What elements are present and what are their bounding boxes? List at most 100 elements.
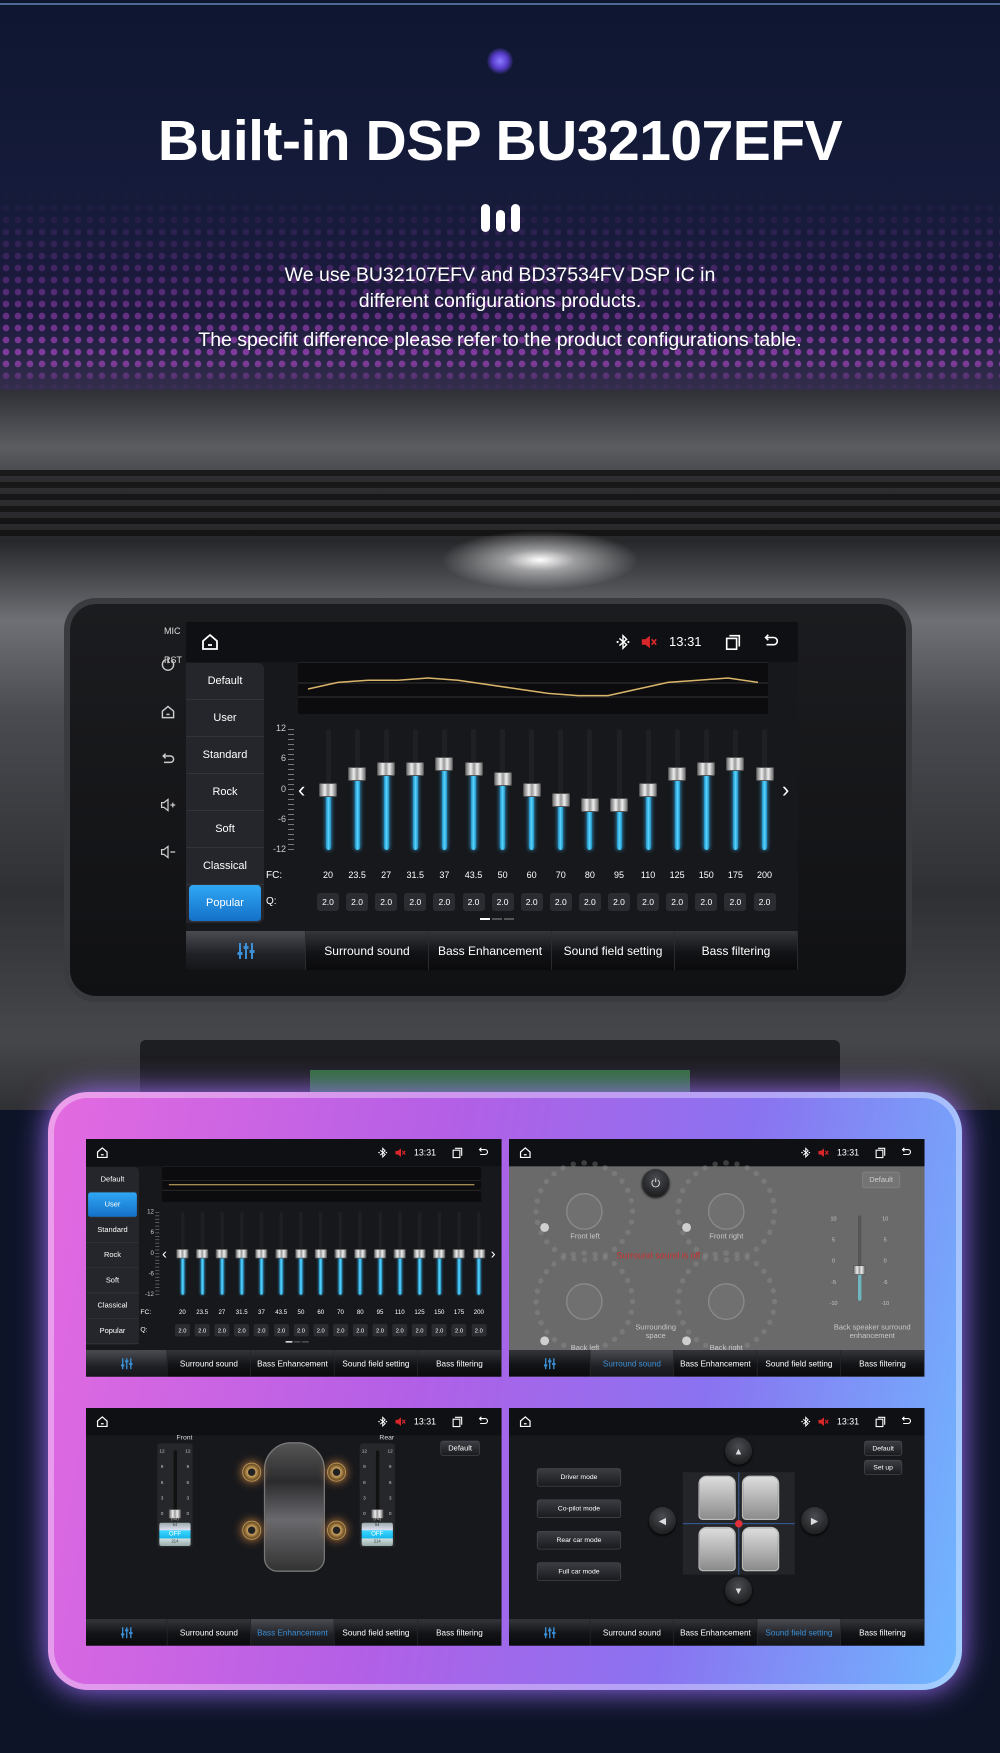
preset-popular[interactable]: Popular	[86, 1319, 139, 1344]
tab-sound-field-setting[interactable]: Sound field setting	[552, 931, 675, 970]
preset-user[interactable]: User	[88, 1192, 137, 1218]
q-value[interactable]: 2.0	[352, 1324, 368, 1337]
next-page-arrow[interactable]: ›	[782, 777, 798, 803]
eq-slider-thumb[interactable]	[354, 1248, 367, 1259]
mute-icon[interactable]	[817, 1416, 829, 1428]
tab-sound-field-setting[interactable]: Sound field setting	[757, 1619, 842, 1646]
next-page-arrow[interactable]: ›	[491, 1245, 502, 1263]
tab-bass-enhancement[interactable]: Bass Enhancement	[673, 1350, 758, 1377]
preset-default[interactable]: Default	[86, 1167, 139, 1193]
page-dot[interactable]	[301, 1341, 309, 1343]
tab-equalizer[interactable]	[509, 1350, 591, 1377]
home-icon[interactable]	[96, 1415, 110, 1429]
back-icon[interactable]	[477, 1147, 489, 1159]
eq-slider-thumb[interactable]	[472, 1248, 485, 1259]
eq-slider-thumb[interactable]	[275, 1248, 288, 1259]
tab-surround-sound[interactable]: Surround sound	[590, 1619, 674, 1646]
q-value[interactable]: 2.0	[608, 893, 630, 911]
tab-equalizer[interactable]	[86, 1350, 168, 1377]
mode-rear-car-mode[interactable]: Rear car mode	[536, 1530, 622, 1550]
q-value[interactable]: 2.0	[753, 893, 776, 911]
tab-equalizer[interactable]	[86, 1619, 168, 1646]
eq-slider-thumb[interactable]	[464, 762, 483, 777]
recent-apps-icon[interactable]	[874, 1147, 886, 1159]
preset-classical[interactable]: Classical	[86, 1293, 139, 1319]
back-icon[interactable]	[160, 752, 176, 768]
seat-grid[interactable]	[682, 1472, 795, 1575]
q-value[interactable]: 2.0	[431, 1324, 447, 1337]
recent-apps-icon[interactable]	[451, 1416, 463, 1428]
preset-soft[interactable]: Soft	[86, 1268, 139, 1294]
speaker-toggle[interactable]	[682, 1223, 691, 1232]
eq-slider-thumb[interactable]	[697, 762, 716, 777]
tab-bass-filtering[interactable]: Bass filtering	[418, 1619, 502, 1646]
q-value[interactable]: 2.0	[253, 1324, 269, 1337]
eq-slider-thumb[interactable]	[393, 1248, 406, 1259]
front-right-knob[interactable]	[675, 1160, 778, 1263]
eq-slider-thumb[interactable]	[334, 1248, 347, 1259]
page-dot[interactable]	[504, 918, 514, 920]
tab-sound-field-setting[interactable]: Sound field setting	[334, 1350, 419, 1377]
mode-driver-mode[interactable]: Driver mode	[536, 1468, 622, 1487]
speaker-toggle[interactable]	[540, 1223, 550, 1232]
tab-surround-sound[interactable]: Surround sound	[167, 1350, 251, 1377]
q-value[interactable]: 2.0	[404, 893, 427, 911]
q-value[interactable]: 2.0	[520, 893, 543, 911]
power-icon[interactable]	[160, 656, 176, 672]
front-frequency-picker[interactable]: 54 OFF 214	[159, 1522, 191, 1546]
q-value[interactable]: 2.0	[549, 893, 572, 911]
q-value[interactable]: 2.0	[666, 893, 689, 911]
mode-full-car-mode[interactable]: Full car mode	[536, 1562, 622, 1581]
eq-slider-thumb[interactable]	[377, 762, 396, 777]
mute-icon[interactable]	[394, 1416, 406, 1428]
setup-button[interactable]: Set up	[864, 1459, 903, 1475]
q-value[interactable]: 2.0	[375, 893, 398, 911]
q-value[interactable]: 2.0	[471, 1324, 487, 1337]
eq-slider-thumb[interactable]	[668, 767, 687, 782]
tab-sound-field-setting[interactable]: Sound field setting	[334, 1619, 419, 1646]
eq-slider-thumb[interactable]	[348, 767, 367, 782]
tab-equalizer[interactable]	[509, 1619, 591, 1646]
bass-level-track[interactable]	[375, 1450, 380, 1514]
mute-icon[interactable]	[817, 1147, 829, 1159]
surround-level-thumb[interactable]	[853, 1265, 866, 1275]
default-button[interactable]: Default	[440, 1440, 480, 1456]
mute-icon[interactable]	[640, 633, 658, 651]
recent-apps-icon[interactable]	[724, 633, 742, 651]
prev-page-arrow[interactable]: ‹	[298, 777, 314, 803]
eq-slider-thumb[interactable]	[493, 772, 512, 787]
eq-slider-thumb[interactable]	[406, 762, 425, 777]
tab-surround-sound[interactable]: Surround sound	[167, 1619, 251, 1646]
q-value[interactable]: 2.0	[637, 893, 660, 911]
default-button[interactable]: Default	[862, 1171, 901, 1189]
preset-popular[interactable]: Popular	[189, 885, 261, 922]
bass-level-track[interactable]	[173, 1450, 177, 1514]
home-icon[interactable]	[160, 704, 176, 720]
page-dot[interactable]	[293, 1341, 301, 1343]
preset-standard[interactable]: Standard	[186, 737, 264, 774]
q-value[interactable]: 2.0	[724, 893, 747, 911]
q-value[interactable]: 2.0	[578, 893, 601, 911]
q-value[interactable]: 2.0	[313, 1324, 329, 1337]
eq-slider-thumb[interactable]	[294, 1248, 308, 1259]
back-icon[interactable]	[900, 1416, 912, 1428]
eq-slider-thumb[interactable]	[452, 1248, 466, 1259]
q-value[interactable]: 2.0	[234, 1324, 250, 1337]
eq-slider-thumb[interactable]	[196, 1248, 209, 1259]
tab-bass-filtering[interactable]: Bass filtering	[418, 1350, 502, 1377]
home-icon[interactable]	[519, 1415, 533, 1429]
default-button[interactable]: Default	[864, 1440, 903, 1456]
q-value[interactable]: 2.0	[317, 893, 339, 911]
eq-slider-thumb[interactable]	[639, 782, 658, 797]
volume-up-icon[interactable]	[160, 797, 176, 813]
eq-slider-thumb[interactable]	[755, 767, 774, 782]
mode-co-pilot-mode[interactable]: Co-pilot mode	[536, 1499, 622, 1518]
tab-bass-enhancement[interactable]: Bass Enhancement	[250, 1619, 335, 1646]
preset-standard[interactable]: Standard	[86, 1218, 139, 1243]
q-value[interactable]: 2.0	[293, 1324, 309, 1337]
eq-slider-thumb[interactable]	[435, 757, 454, 772]
q-value[interactable]: 2.0	[333, 1324, 348, 1337]
front-left-knob[interactable]	[533, 1160, 636, 1263]
back-right-knob[interactable]	[675, 1250, 778, 1353]
preset-rock[interactable]: Rock	[86, 1243, 139, 1269]
